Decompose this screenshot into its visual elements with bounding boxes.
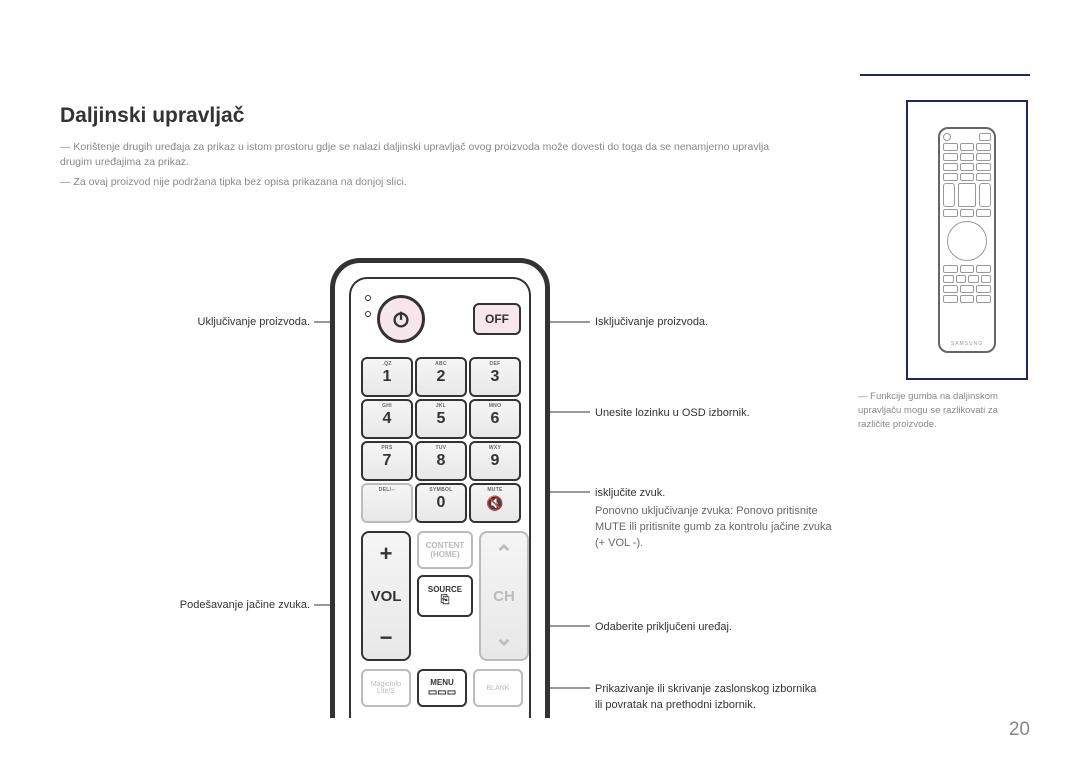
power-icon xyxy=(390,308,412,330)
content-home-button[interactable]: CONTENT (HOME) xyxy=(417,531,473,569)
keypad-8[interactable]: TUV8 xyxy=(415,441,467,481)
off-button[interactable]: OFF xyxy=(473,303,521,335)
small-remote-illustration: SAMSUNG xyxy=(938,127,996,353)
keypad-7[interactable]: PRS7 xyxy=(361,441,413,481)
callout-power-on: Uključivanje proizvoda. xyxy=(160,315,310,331)
source-button[interactable]: SOURCE ⎘ xyxy=(417,575,473,617)
keypad-1[interactable]: .QZ1 xyxy=(361,357,413,397)
ir-led-icon xyxy=(365,311,371,317)
ch-label: CH xyxy=(493,588,515,605)
brand-label: SAMSUNG xyxy=(951,341,983,347)
channel-rocker[interactable]: ⌃ CH ⌄ xyxy=(479,531,529,661)
callout-password: Unesite lozinku u OSD izbornik. xyxy=(595,406,750,422)
vol-label: VOL xyxy=(371,588,402,605)
keypad-3[interactable]: DEF3 xyxy=(469,357,521,397)
callout-volume: Podešavanje jačine zvuka. xyxy=(160,598,310,614)
minus-icon: − xyxy=(380,627,393,649)
menu-icon: ▭▭▭ xyxy=(428,687,456,698)
page-title: Daljinski upravljač xyxy=(60,104,244,128)
source-icon: ⎘ xyxy=(441,594,450,607)
chevron-down-icon: ⌄ xyxy=(495,627,513,649)
keypad-9[interactable]: WXY9 xyxy=(469,441,521,481)
magicinfo-button[interactable]: MagicInfo Lite/S xyxy=(361,669,411,707)
callout-menu: Prikazivanje ili skrivanje zaslonskog iz… xyxy=(595,682,825,714)
top-rule xyxy=(860,74,1030,76)
menu-button[interactable]: MENU ▭▭▭ xyxy=(417,669,467,707)
plus-icon: + xyxy=(380,543,393,565)
callout-mute-more: Ponovno uključivanje zvuka: Ponovo priti… xyxy=(595,504,835,552)
mute-icon: 🔇 xyxy=(486,495,503,512)
callout-source: Odaberite priključeni uređaj. xyxy=(595,620,732,636)
volume-rocker[interactable]: + VOL − xyxy=(361,531,411,661)
note-1: Korištenje drugih uređaja za prikaz u is… xyxy=(60,140,800,169)
page-number: 20 xyxy=(1009,719,1030,741)
callout-mute: isključite zvuk. xyxy=(595,486,665,502)
keypad-4[interactable]: GHI4 xyxy=(361,399,413,439)
ir-led-icon xyxy=(365,295,371,301)
side-note: Funkcije gumba na daljinskom upravljaču … xyxy=(858,390,1028,431)
keypad-6[interactable]: MNO6 xyxy=(469,399,521,439)
note-2: Za ovaj proizvod nije podržana tipka bez… xyxy=(60,175,407,190)
callout-power-off: Isključivanje proizvoda. xyxy=(595,315,708,331)
chevron-up-icon: ⌃ xyxy=(495,543,513,565)
blank-button[interactable]: BLANK xyxy=(473,669,523,707)
keypad-0[interactable]: SYMBOL0 xyxy=(415,483,467,523)
keypad-del[interactable]: DEL/-- xyxy=(361,483,413,523)
keypad-mute[interactable]: MUTE🔇 xyxy=(469,483,521,523)
remote-illustration: OFF .QZ1 ABC2 DEF3 GHI4 JKL5 MNO6 PRS7 T… xyxy=(330,258,550,718)
keypad-2[interactable]: ABC2 xyxy=(415,357,467,397)
small-remote-frame: SAMSUNG xyxy=(906,100,1028,380)
keypad-5[interactable]: JKL5 xyxy=(415,399,467,439)
power-button[interactable] xyxy=(377,295,425,343)
